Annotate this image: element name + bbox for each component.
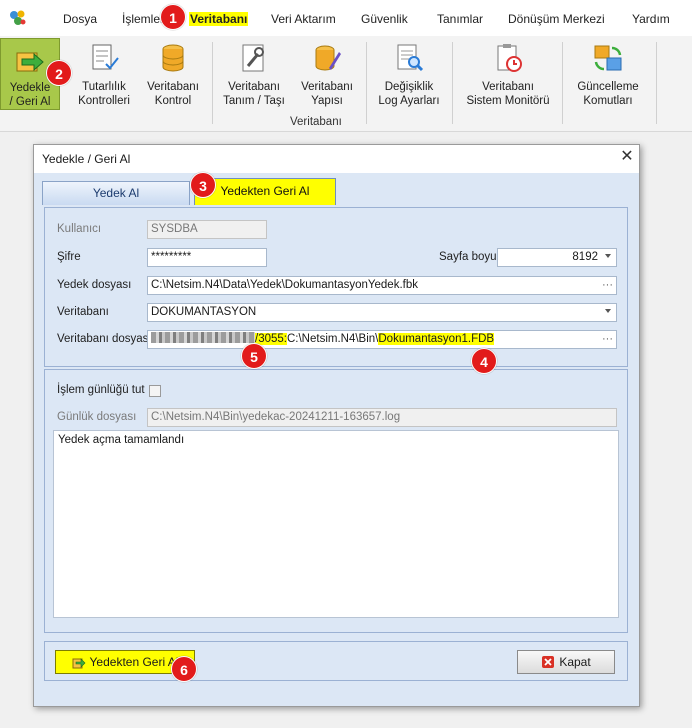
menu-veritabani[interactable]: Veritabanı	[189, 12, 249, 26]
menu-veri-aktarim[interactable]: Veri Aktarım	[271, 12, 336, 26]
log-message: Yedek açma tamamlandı	[58, 434, 185, 446]
ribbon-label: / Geri Al	[9, 96, 51, 108]
tab-backup[interactable]: Yedek Al	[42, 181, 190, 205]
ribbon-separator	[562, 42, 563, 124]
ribbon-label: Kontrol	[154, 95, 192, 107]
database-value: DOKUMANTASYON	[151, 306, 257, 318]
ribbon-label: Tanım / Taşı	[223, 95, 285, 107]
ribbon-separator	[656, 42, 657, 124]
page-size-select[interactable]: 8192	[497, 248, 617, 267]
backup-file-label: Yedek dosyası	[57, 279, 132, 291]
menu-islemler[interactable]: İşlemler	[122, 12, 164, 26]
ribbon-separator	[366, 42, 367, 124]
update-commands-icon	[594, 45, 622, 71]
ribbon-label: Veritabanı	[482, 81, 534, 93]
database-label: Veritabanı	[57, 306, 109, 318]
restore-settings-panel: Kullanıcı SYSDBA Şifre ********* Sayfa b…	[44, 207, 628, 367]
dialog-body: Yedek Al Yedekten Geri Al Kullanıcı SYSD…	[34, 173, 639, 706]
dialog-title: Yedekle / Geri Al	[42, 152, 131, 166]
update-commands-button[interactable]: Güncelleme Komutları	[568, 38, 648, 110]
wrench-icon	[242, 44, 264, 72]
log-panel: İşlem günlüğü tut Günlük dosyası C:\Nets…	[44, 369, 628, 633]
system-monitor-button[interactable]: Veritabanı Sistem Monitörü	[458, 38, 558, 110]
browse-icon[interactable]: ···	[602, 277, 613, 294]
ribbon-label: Veritabanı	[147, 81, 199, 93]
backup-file-value: C:\Netsim.N4\Data\Yedek\DokumantasyonYed…	[151, 279, 418, 291]
ribbon-label: Sistem Monitörü	[466, 95, 550, 107]
ribbon-separator	[212, 42, 213, 124]
db-file-field[interactable]: /3055:C:\Netsim.N4\Bin\Dokumantasyon1.FD…	[147, 330, 617, 349]
database-define-move-button[interactable]: Veritabanı Tanım / Taşı	[218, 38, 290, 110]
log-search-icon	[397, 44, 424, 72]
annotation-badge-1: 1	[160, 4, 186, 30]
log-file-field: C:\Netsim.N4\Bin\yedekac-20241211-163657…	[147, 408, 617, 427]
menu-yardim[interactable]: Yardım	[632, 12, 670, 26]
backup-file-field[interactable]: C:\Netsim.N4\Data\Yedek\DokumantasyonYed…	[147, 276, 617, 295]
db-file-port: /3055:	[255, 333, 287, 345]
ribbon-toolbar: Yedekle / Geri Al Tutarlılık Kontrolleri V…	[0, 36, 692, 132]
page-size-value: 8192	[572, 251, 598, 263]
app-logo-icon[interactable]	[8, 8, 28, 28]
browse-icon[interactable]: ···	[602, 331, 613, 348]
blurred-host	[151, 332, 255, 343]
annotation-badge-6: 6	[171, 656, 197, 682]
menu-donusum-merkezi[interactable]: Dönüşüm Merkezi	[508, 12, 605, 26]
ribbon-label: Veritabanı	[228, 81, 280, 93]
dialog-button-bar: Yedekten Geri Al Kapat	[44, 641, 628, 681]
annotation-badge-4: 4	[471, 348, 497, 374]
chevron-down-icon[interactable]	[605, 309, 611, 313]
backup-restore-dialog: Yedekle / Geri Al ✕ Yedek Al Yedekten Ge…	[33, 144, 640, 707]
database-check-button[interactable]: Veritabanı Kontrol	[140, 38, 206, 110]
menu-guvenlik[interactable]: Güvenlik	[361, 12, 408, 26]
db-file-path: C:\Netsim.N4\Bin\	[286, 333, 379, 345]
ribbon-label: Güncelleme	[577, 81, 639, 93]
close-button[interactable]: Kapat	[517, 650, 615, 674]
user-label: Kullanıcı	[57, 223, 102, 235]
restore-icon	[72, 658, 85, 669]
ribbon-label: Yapısı	[311, 95, 343, 107]
ribbon-separator	[452, 42, 453, 124]
annotation-badge-5: 5	[241, 343, 267, 369]
checklist-icon	[92, 44, 119, 70]
close-icon[interactable]: ✕	[619, 148, 635, 166]
ribbon-label: Yedekle	[9, 82, 51, 94]
log-file-label: Günlük dosyası	[57, 411, 137, 423]
chevron-down-icon[interactable]	[605, 254, 611, 258]
consistency-checks-button[interactable]: Tutarlılık Kontrolleri	[68, 38, 140, 110]
page-size-label: Sayfa boyu	[439, 251, 497, 263]
backup-restore-icon	[16, 52, 44, 72]
cancel-icon	[542, 656, 555, 668]
restore-button-label: Yedekten Geri Al	[89, 655, 179, 669]
monitor-clipboard-icon	[497, 44, 522, 72]
annotation-badge-2: 2	[46, 60, 72, 86]
ribbon-group-label: Veritabanı	[290, 116, 342, 128]
user-field: SYSDBA	[147, 220, 267, 239]
db-file-name: Dokumantasyon1.FDB	[378, 333, 495, 345]
database-structure-button[interactable]: Veritabanı Yapısı	[292, 38, 362, 110]
keep-log-checkbox[interactable]	[149, 385, 161, 397]
ribbon-label: Veritabanı	[301, 81, 353, 93]
ribbon-label: Kontrolleri	[78, 95, 130, 107]
password-label: Şifre	[57, 251, 81, 263]
ribbon-label: Log Ayarları	[378, 95, 440, 107]
menu-tanimlar[interactable]: Tanımlar	[437, 12, 483, 26]
change-log-settings-button[interactable]: Değişiklik Log Ayarları	[372, 38, 446, 110]
menu-dosya[interactable]: Dosya	[63, 12, 97, 26]
ribbon-label: Komutları	[583, 95, 633, 107]
menu-bar: Dosya İşlemler Veritabanı Veri Aktarım G…	[0, 0, 692, 36]
log-output: Yedek açma tamamlandı	[53, 430, 619, 618]
keep-log-label: İşlem günlüğü tut	[57, 384, 145, 396]
ribbon-label: Değişiklik	[384, 81, 434, 93]
password-field[interactable]: *********	[147, 248, 267, 267]
db-file-label: Veritabanı dosyası	[57, 333, 152, 345]
database-icon	[162, 44, 184, 72]
database-edit-icon	[315, 45, 341, 71]
close-button-label: Kapat	[559, 655, 591, 669]
ribbon-label: Tutarlılık	[82, 81, 126, 93]
database-select[interactable]: DOKUMANTASYON	[147, 303, 617, 322]
annotation-badge-3: 3	[190, 172, 216, 198]
